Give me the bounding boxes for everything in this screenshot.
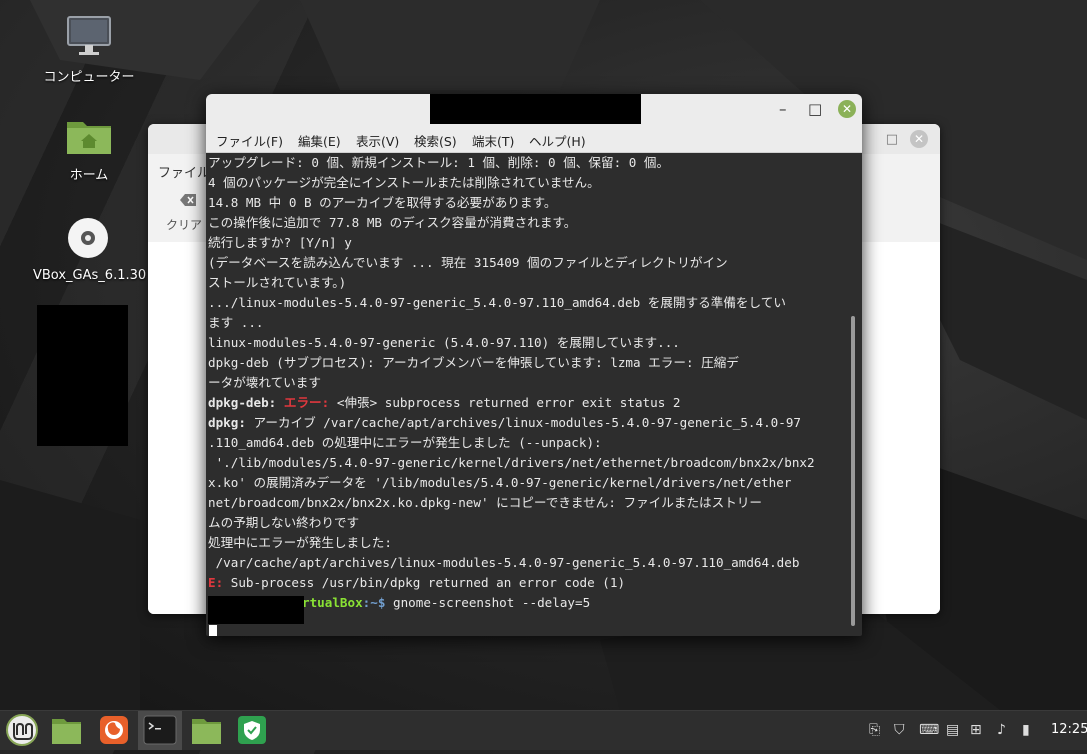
folder-icon	[192, 719, 221, 744]
redacted-username	[208, 596, 304, 624]
terminal-window[interactable]: – □ ✕ ファイル(F) 編集(E) 表示(V) 検索(S) 端末(T) ヘル…	[206, 94, 862, 636]
text-cursor	[209, 625, 217, 636]
desktop-icon-label: コンピューター	[43, 70, 135, 85]
desktop-icon-label: VBox_GAs_6.1.30	[33, 268, 147, 283]
output-line: ムの予期しない終わりです	[208, 515, 360, 530]
clear-icon[interactable]	[180, 194, 196, 206]
document-icon[interactable]: ▤	[946, 722, 959, 738]
mint-menu-button[interactable]	[0, 711, 44, 750]
output-line: 続行しますか? [Y/n] y	[208, 235, 352, 250]
desktop-icon-vbox[interactable]: VBox_GAs_6.1.30	[33, 216, 147, 283]
output-line: net/broadcom/bnx2x/bnx2x.ko.dpkg-new' にコ…	[208, 495, 763, 510]
error-text: アーカイブ /var/cache/apt/archives/linux-modu…	[253, 415, 801, 430]
shield-icon	[238, 716, 266, 744]
keyboard-icon[interactable]: ⌨	[919, 722, 939, 738]
firefox-icon	[100, 716, 128, 744]
firefox-launcher[interactable]	[92, 711, 136, 750]
output-line: ストールされています。)	[208, 275, 347, 290]
clipboard-icon[interactable]: ⎘	[869, 722, 880, 738]
minimize-button[interactable]: –	[779, 100, 787, 118]
monitor-icon	[67, 16, 111, 55]
error-line-e: E: Sub-process /usr/bin/dpkg returned an…	[208, 573, 625, 593]
speaker-icon[interactable]: ♪	[997, 722, 1006, 738]
home-folder-icon	[67, 122, 111, 154]
redacted-area	[37, 305, 128, 446]
clear-button-label[interactable]: クリア	[166, 216, 202, 233]
output-line: 4 個のパッケージが完全にインストールまたは削除されていません。	[208, 175, 600, 190]
terminal-menubar: ファイル(F) 編集(E) 表示(V) 検索(S) 端末(T) ヘルプ(H)	[206, 126, 862, 153]
maximize-button[interactable]: □	[808, 100, 822, 118]
background-window-menu[interactable]: ファイル	[158, 162, 210, 181]
error-text: Sub-process /usr/bin/dpkg returned an er…	[230, 575, 626, 590]
error-label: エラー:	[283, 395, 330, 410]
menu-file[interactable]: ファイル(F)	[216, 131, 283, 150]
output-line: /var/cache/apt/archives/linux-modules-5.…	[208, 555, 800, 570]
output-line: 処理中にエラーが発生しました:	[208, 535, 392, 550]
terminal-task[interactable]	[138, 711, 182, 750]
prompt-command: gnome-screenshot --delay=5	[393, 595, 591, 610]
prompt-host: rtualBox	[302, 595, 363, 610]
output-line: ます ...	[208, 315, 264, 330]
error-prefix: dpkg:	[208, 415, 246, 430]
menu-search[interactable]: 検索(S)	[414, 131, 457, 150]
output-line: x.ko' の展開済みデータを '/lib/modules/5.4.0-97-g…	[208, 475, 792, 490]
output-line: (データベースを読み込んでいます ... 現在 315409 個のファイルとディ…	[208, 255, 728, 270]
desktop-icon-label: ホーム	[69, 168, 109, 183]
menu-help[interactable]: ヘルプ(H)	[529, 131, 586, 150]
output-line: この操作後に追加で 77.8 MB のディスク容量が消費されます。	[208, 215, 577, 230]
disc-icon	[68, 218, 108, 258]
desktop-icon-home[interactable]: ホーム	[34, 116, 144, 183]
mint-menu-icon	[6, 714, 38, 746]
redacted-title	[430, 94, 641, 124]
scrollbar[interactable]	[851, 316, 855, 626]
error-prefix: E:	[208, 575, 224, 590]
desktop-icon-computer[interactable]: コンピューター	[34, 14, 144, 85]
menu-view[interactable]: 表示(V)	[356, 131, 399, 150]
error-line-dpkg: dpkg: アーカイブ /var/cache/apt/archives/linu…	[208, 413, 801, 433]
output-line: .../linux-modules-5.4.0-97-generic_5.4.0…	[208, 295, 786, 310]
shield-tray-icon[interactable]: ⛉	[894, 722, 905, 738]
maximize-button[interactable]: □	[886, 132, 898, 147]
close-button[interactable]: ✕	[838, 100, 856, 118]
menu-terminal[interactable]: 端末(T)	[472, 131, 514, 150]
prompt-separator: :~$	[362, 595, 386, 610]
terminal-icon	[143, 715, 177, 745]
clock[interactable]: 12:25	[1051, 722, 1087, 737]
taskbar: ⎘ ⛉ ⌨ ▤ ⊞ ♪ ▮ 12:25	[0, 710, 1087, 750]
close-button[interactable]: ✕	[910, 130, 928, 148]
output-line: .110_amd64.deb の処理中にエラーが発生しました (--unpack…	[208, 435, 602, 450]
output-line: アップグレード: 0 個、新規インストール: 1 個、削除: 0 個、保留: 0…	[208, 155, 670, 170]
output-line: ータが壊れています	[208, 375, 321, 390]
battery-icon[interactable]: ▮	[1022, 722, 1030, 738]
output-line: linux-modules-5.4.0-97-generic (5.4.0-97…	[208, 335, 680, 350]
output-line: './lib/modules/5.4.0-97-generic/kernel/d…	[208, 455, 815, 470]
error-prefix: dpkg-deb:	[208, 395, 277, 410]
folder-task[interactable]	[184, 711, 228, 750]
update-manager-task[interactable]	[230, 711, 274, 750]
error-text: <伸張> subprocess returned error exit stat…	[336, 395, 681, 410]
network-icon[interactable]: ⊞	[970, 722, 982, 738]
menu-edit[interactable]: 編集(E)	[298, 131, 341, 150]
files-launcher[interactable]	[44, 711, 88, 750]
error-line-dpkg-deb: dpkg-deb: エラー: <伸張> subprocess returned …	[208, 393, 680, 413]
terminal-output[interactable]: アップグレード: 0 個、新規インストール: 1 個、削除: 0 個、保留: 0…	[208, 153, 848, 636]
output-line: dpkg-deb (サブプロセス): アーカイブメンバーを伸張しています: lz…	[208, 355, 739, 370]
files-icon	[52, 719, 81, 744]
output-line: 14.8 MB 中 0 B のアーカイブを取得する必要があります。	[208, 195, 557, 210]
